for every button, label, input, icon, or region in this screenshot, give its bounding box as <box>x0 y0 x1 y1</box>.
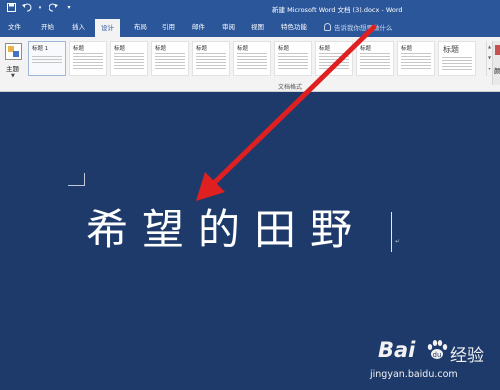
style-set-item[interactable]: 标题 <box>274 41 312 76</box>
tell-me-search[interactable]: 告诉我你想要做什么 <box>324 22 393 32</box>
undo-dropdown-icon[interactable]: ▾ <box>38 3 42 13</box>
style-set-item[interactable]: 标题 <box>110 41 148 76</box>
chevron-down-icon: ▼ <box>11 73 15 79</box>
watermark-logo-text: Bai <box>378 338 416 362</box>
themes-button[interactable]: 主题 ▼ <box>2 41 26 85</box>
tab-mailings[interactable]: 邮件 <box>192 21 205 31</box>
tell-me-text: 告诉我你想要做什么 <box>334 24 393 32</box>
window-title: 新建 Microsoft Word 文档 (3).docx - Word <box>272 6 403 14</box>
lightbulb-icon <box>324 23 331 31</box>
tab-review[interactable]: 审阅 <box>222 21 235 31</box>
svg-text:du: du <box>433 351 442 359</box>
baidu-jingyan-watermark: Bai du 经验 jingyan.baidu.com <box>362 338 498 388</box>
tab-file[interactable]: 文件 <box>8 21 21 31</box>
style-set-item[interactable]: 标题 <box>151 41 189 76</box>
paragraph-mark: ↵ <box>395 238 401 245</box>
themes-label: 主题 <box>6 65 19 73</box>
style-set-item[interactable]: 标题 1 <box>28 41 66 76</box>
themes-icon <box>5 43 22 60</box>
redo-icon[interactable] <box>48 3 58 13</box>
watermark-url: jingyan.baidu.com <box>370 369 458 380</box>
style-set-item[interactable]: 标题 <box>438 41 476 76</box>
tab-insert[interactable]: 插入 <box>72 21 85 31</box>
ribbon-design: 主题 ▼ 标题 1 标题 标题 标题 标题 标题 标题 标题 标题 标题 标题 … <box>0 37 500 92</box>
style-set-item[interactable]: 标题 <box>69 41 107 76</box>
style-set-item[interactable]: 标题 <box>356 41 394 76</box>
paw-icon: du <box>427 340 448 359</box>
undo-icon[interactable] <box>22 3 32 13</box>
quick-access-toolbar: ▾ ▾ <box>6 3 74 13</box>
tab-special-features[interactable]: 特色功能 <box>281 21 307 31</box>
tab-references[interactable]: 引用 <box>162 21 175 31</box>
tab-home[interactable]: 开始 <box>41 21 54 31</box>
colors-button[interactable]: 颜 <box>492 41 500 85</box>
colors-label: 颜 <box>494 67 500 75</box>
text-cursor <box>391 212 392 252</box>
margin-corner-mark <box>68 173 85 186</box>
watermark-product: 经验 <box>450 346 484 366</box>
style-set-item[interactable]: 标题 <box>397 41 435 76</box>
tab-view[interactable]: 视图 <box>251 21 264 31</box>
tab-layout[interactable]: 布局 <box>134 21 147 31</box>
save-icon[interactable] <box>6 3 16 13</box>
colors-icon <box>495 45 500 55</box>
customize-icon[interactable]: ▾ <box>64 3 74 13</box>
group-label-document-formatting: 文档格式 <box>278 84 303 91</box>
style-set-item[interactable]: 标题 <box>315 41 353 76</box>
ribbon-tabs: 文件 开始 插入 设计 布局 引用 邮件 审阅 视图 特色功能 告诉我你想要做什… <box>0 17 500 37</box>
tab-design[interactable]: 设计 <box>95 19 120 37</box>
style-set-gallery: 标题 1 标题 标题 标题 标题 标题 标题 标题 标题 标题 标题 <box>28 41 484 77</box>
document-heading[interactable]: 希望的田野 <box>86 205 366 255</box>
style-set-item[interactable]: 标题 <box>192 41 230 76</box>
title-bar: ▾ ▾ 新建 Microsoft Word 文档 (3).docx - Word <box>0 0 500 17</box>
style-set-item[interactable]: 标题 <box>233 41 271 76</box>
